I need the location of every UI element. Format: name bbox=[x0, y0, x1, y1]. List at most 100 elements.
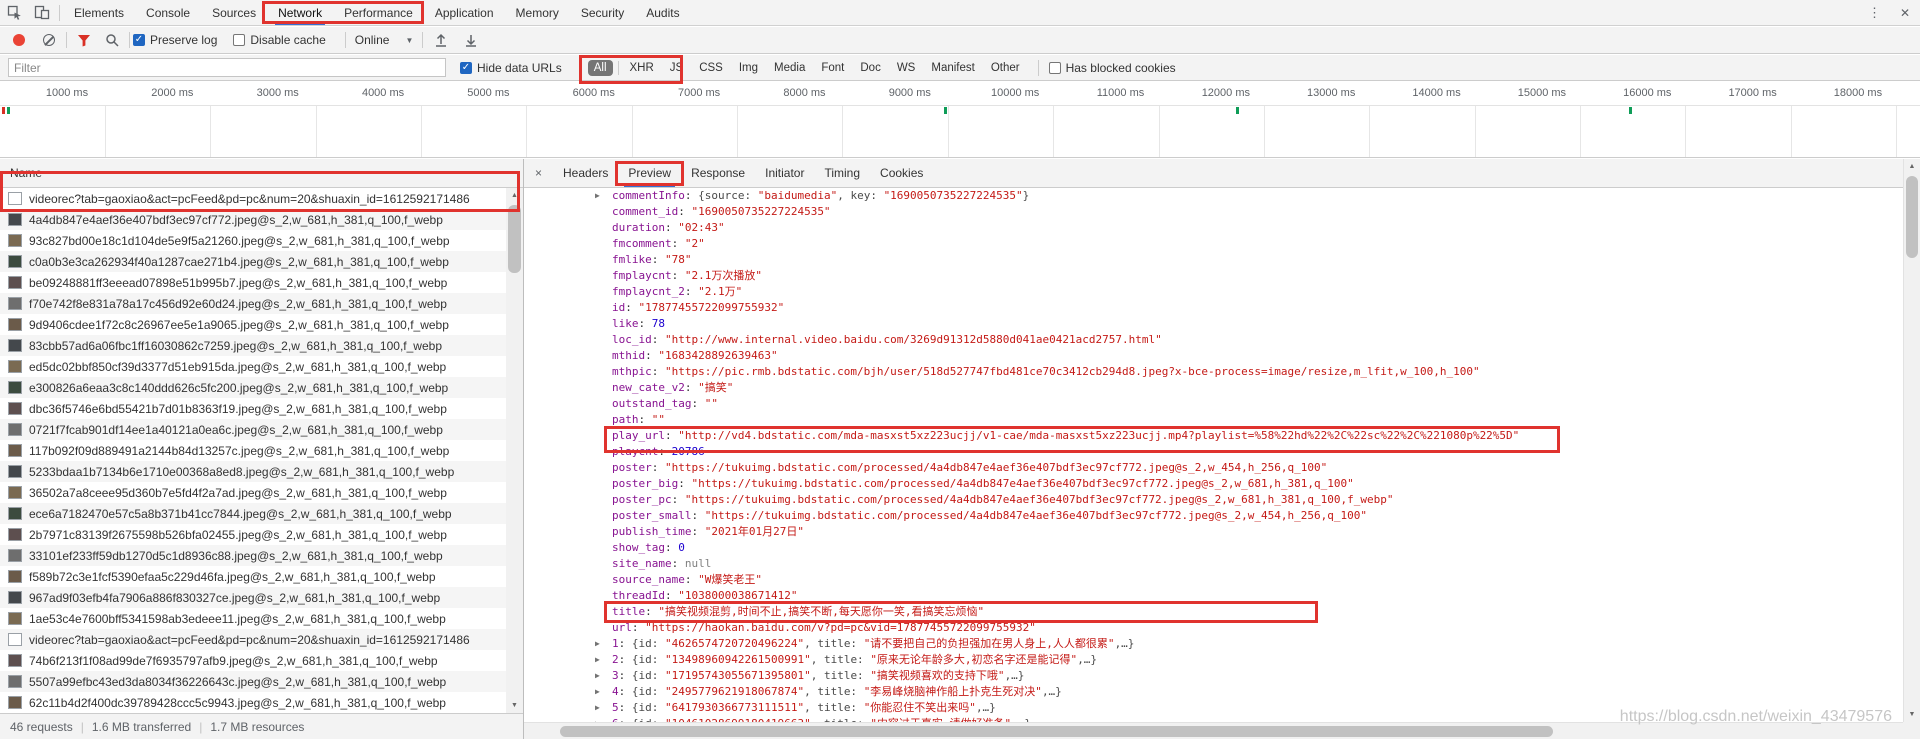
preview-property-row[interactable]: ▶3: {id: "17195743055671395801", title: … bbox=[524, 668, 1903, 684]
request-row[interactable]: 5507a99efbc43ed3da8034f36226643c.jpeg@s_… bbox=[0, 671, 506, 692]
tab-sources[interactable]: Sources bbox=[201, 0, 267, 25]
scroll-down-icon[interactable]: ▼ bbox=[506, 698, 523, 713]
detail-tab-cookies[interactable]: Cookies bbox=[870, 159, 933, 187]
filter-type-js[interactable]: JS bbox=[664, 60, 689, 76]
preserve-log-checkbox[interactable]: ✓ bbox=[133, 34, 145, 46]
disclosure-triangle-icon[interactable]: ▶ bbox=[595, 188, 600, 204]
tab-security[interactable]: Security bbox=[570, 0, 635, 25]
tab-network[interactable]: Network bbox=[267, 0, 333, 25]
filter-type-doc[interactable]: Doc bbox=[854, 60, 886, 76]
record-icon[interactable] bbox=[13, 34, 25, 46]
preview-property-row[interactable]: ▶4: {id: "2495779621918067874", title: "… bbox=[524, 684, 1903, 700]
tab-audits[interactable]: Audits bbox=[635, 0, 690, 25]
colon: : bbox=[672, 237, 685, 250]
request-row[interactable]: 9d9406cdee1f72c8c26967ee5e1a9065.jpeg@s_… bbox=[0, 314, 506, 335]
device-toolbar-icon[interactable] bbox=[28, 0, 56, 25]
scroll-up-icon[interactable]: ▲ bbox=[1904, 159, 1920, 174]
request-row[interactable]: e300826a6eaa3c8c140ddd626c5fc200.jpeg@s_… bbox=[0, 377, 506, 398]
disclosure-triangle-icon[interactable]: ▶ bbox=[595, 636, 600, 652]
preview-property-row[interactable]: ▶2: {id: "13498960942261500991", title: … bbox=[524, 652, 1903, 668]
filter-type-media[interactable]: Media bbox=[768, 60, 811, 76]
filter-type-font[interactable]: Font bbox=[815, 60, 850, 76]
scroll-up-icon[interactable]: ▲ bbox=[506, 188, 523, 203]
request-row[interactable]: c0a0b3e3ca262934f40a1287cae271b4.jpeg@s_… bbox=[0, 251, 506, 272]
clear-icon[interactable] bbox=[43, 34, 55, 46]
preview-property-row: mthpic: "https://pic.rmb.bdstatic.com/bj… bbox=[524, 364, 1903, 380]
request-list-scrollbar[interactable]: ▲ ▼ bbox=[506, 188, 523, 713]
detail-tab-response[interactable]: Response bbox=[681, 159, 755, 187]
filter-funnel-icon[interactable] bbox=[70, 27, 98, 53]
search-icon[interactable] bbox=[98, 27, 126, 53]
request-row[interactable]: 5233bdaa1b7134b6e1710e00368a8ed8.jpeg@s_… bbox=[0, 461, 506, 482]
colon: : bbox=[665, 429, 678, 442]
request-row[interactable]: ed5dc02bbf850cf39d3377d51eb915da.jpeg@s_… bbox=[0, 356, 506, 377]
request-row[interactable]: 33101ef233ff59db1270d5c1d8936c88.jpeg@s_… bbox=[0, 545, 506, 566]
preview-vertical-scrollbar[interactable]: ▲ ▼ bbox=[1903, 159, 1920, 722]
tab-application[interactable]: Application bbox=[424, 0, 505, 25]
detail-tab-initiator[interactable]: Initiator bbox=[755, 159, 814, 187]
request-row[interactable]: 4a4db847e4aef36e407bdf3ec97cf772.jpeg@s_… bbox=[0, 209, 506, 230]
scroll-down-icon[interactable]: ▼ bbox=[1904, 707, 1920, 722]
preview-property-row: path: "" bbox=[524, 412, 1903, 428]
tab-performance[interactable]: Performance bbox=[333, 0, 424, 25]
inspect-element-icon[interactable] bbox=[0, 0, 28, 25]
filter-input[interactable] bbox=[8, 58, 446, 77]
request-row[interactable]: f70e742f8e831a78a17c456d92e60d24.jpeg@s_… bbox=[0, 293, 506, 314]
property-value: null bbox=[685, 557, 712, 570]
filter-type-img[interactable]: Img bbox=[733, 60, 764, 76]
filter-type-manifest[interactable]: Manifest bbox=[925, 60, 980, 76]
tab-elements[interactable]: Elements bbox=[63, 0, 135, 25]
filter-type-other[interactable]: Other bbox=[985, 60, 1026, 76]
detail-tab-preview[interactable]: Preview bbox=[618, 159, 681, 187]
image-thumbnail-icon bbox=[8, 444, 22, 457]
disclosure-triangle-icon[interactable]: ▶ bbox=[595, 668, 600, 684]
tab-console[interactable]: Console bbox=[135, 0, 201, 25]
filter-type-all[interactable]: All bbox=[588, 60, 613, 76]
throttling-dropdown[interactable]: Online ▼ bbox=[349, 33, 420, 47]
import-har-icon[interactable] bbox=[434, 33, 448, 47]
disclosure-triangle-icon[interactable]: ▶ bbox=[595, 652, 600, 668]
request-row[interactable]: 2b7971c83139f2675598b526bfa02455.jpeg@s_… bbox=[0, 524, 506, 545]
request-row[interactable]: 1ae53c4e7600bff5341598ab3edeee11.jpeg@s_… bbox=[0, 608, 506, 629]
image-thumbnail-icon bbox=[8, 465, 22, 478]
timeline-gridline bbox=[1053, 106, 1054, 157]
request-row[interactable]: 0721f7fcab901df14ee1a40121a0ea6c.jpeg@s_… bbox=[0, 419, 506, 440]
request-row[interactable]: be09248881ff3eeead07898e51b995b7.jpeg@s_… bbox=[0, 272, 506, 293]
close-devtools-icon[interactable]: ✕ bbox=[1890, 6, 1920, 20]
request-row[interactable]: 36502a7a8ceee95d360b7e5fd4f2a7ad.jpeg@s_… bbox=[0, 482, 506, 503]
kebab-menu-icon[interactable]: ⋮ bbox=[1859, 5, 1890, 21]
request-row[interactable]: 117b092f09d889491a2144b84d13257c.jpeg@s_… bbox=[0, 440, 506, 461]
name-column-header[interactable]: Name bbox=[0, 159, 523, 188]
request-row[interactable]: videorec?tab=gaoxiao&act=pcFeed&pd=pc&nu… bbox=[0, 629, 506, 650]
preview-property-row[interactable]: ▶1: {id: "4626574720720496224", title: "… bbox=[524, 636, 1903, 652]
tab-memory[interactable]: Memory bbox=[505, 0, 570, 25]
request-row[interactable]: 967ad9f03efb4fa7906a886f830327ce.jpeg@s_… bbox=[0, 587, 506, 608]
timeline-tick-label: 16000 ms bbox=[1623, 87, 1671, 99]
scrollbar-thumb[interactable] bbox=[508, 205, 521, 273]
scrollbar-thumb[interactable] bbox=[560, 726, 1553, 737]
request-row[interactable]: 93c827bd00e18c1d104de5e9f5a21260.jpeg@s_… bbox=[0, 230, 506, 251]
request-row[interactable]: f589b72c3e1fcf5390efaa5c229d46fa.jpeg@s_… bbox=[0, 566, 506, 587]
blocked-cookies-checkbox[interactable] bbox=[1049, 62, 1061, 74]
detail-tab-timing[interactable]: Timing bbox=[814, 159, 870, 187]
close-detail-icon[interactable]: × bbox=[524, 166, 553, 180]
disclosure-triangle-icon[interactable]: ▶ bbox=[595, 684, 600, 700]
request-row[interactable]: dbc36f5746e6bd55421b7d01b8363f19.jpeg@s_… bbox=[0, 398, 506, 419]
disable-cache-checkbox[interactable] bbox=[233, 34, 245, 46]
preview-property-row[interactable]: ▶commentInfo: {source: "baidumedia", key… bbox=[524, 188, 1903, 204]
filter-type-xhr[interactable]: XHR bbox=[624, 60, 660, 76]
request-row[interactable]: 74b6f213f1f08ad99de7f6935797afb9.jpeg@s_… bbox=[0, 650, 506, 671]
request-name: 9d9406cdee1f72c8c26967ee5e1a9065.jpeg@s_… bbox=[29, 318, 449, 332]
request-row[interactable]: 83cbb57ad6a06fbc1ff16030862c7259.jpeg@s_… bbox=[0, 335, 506, 356]
network-overview-timeline[interactable]: 1000 ms2000 ms3000 ms4000 ms5000 ms6000 … bbox=[0, 82, 1920, 158]
export-har-icon[interactable] bbox=[464, 33, 478, 47]
request-row[interactable]: videorec?tab=gaoxiao&act=pcFeed&pd=pc&nu… bbox=[0, 188, 506, 209]
request-row[interactable]: 62c11b4d2f400dc39789428ccc5c9943.jpeg@s_… bbox=[0, 692, 506, 713]
scrollbar-thumb[interactable] bbox=[1906, 176, 1918, 258]
request-row[interactable]: ece6a7182470e57c5a8b371b41cc7844.jpeg@s_… bbox=[0, 503, 506, 524]
filter-type-ws[interactable]: WS bbox=[891, 60, 922, 76]
hide-data-urls-checkbox[interactable]: ✓ bbox=[460, 62, 472, 74]
detail-tab-headers[interactable]: Headers bbox=[553, 159, 618, 187]
filter-type-css[interactable]: CSS bbox=[693, 60, 729, 76]
disclosure-triangle-icon[interactable]: ▶ bbox=[595, 700, 600, 716]
